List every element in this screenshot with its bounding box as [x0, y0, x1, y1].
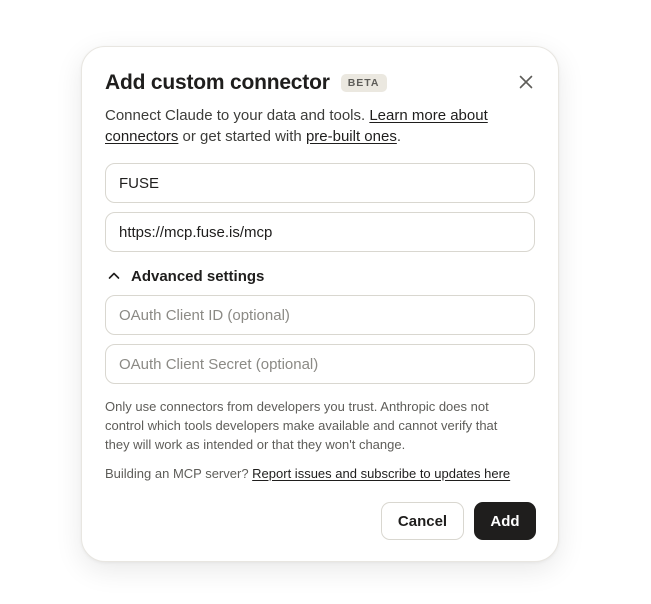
description-text-middle: or get started with — [178, 128, 306, 145]
beta-badge: BETA — [340, 74, 387, 92]
connector-url-input[interactable] — [105, 212, 535, 252]
chevron-up-icon — [108, 272, 120, 279]
mcp-server-note: Building an MCP server? Report issues an… — [105, 464, 510, 483]
prebuilt-connectors-link[interactable]: pre-built ones — [306, 128, 397, 145]
advanced-settings-toggle[interactable]: Advanced settings — [105, 265, 264, 287]
dialog-title: Add custom connector — [105, 71, 330, 94]
report-issues-link[interactable]: Report issues and subscribe to updates h… — [252, 466, 510, 481]
close-icon[interactable] — [518, 74, 534, 90]
oauth-client-secret-input[interactable] — [105, 344, 535, 384]
add-connector-dialog: Add custom connector BETA Connect Claude… — [81, 46, 559, 562]
advanced-settings-label: Advanced settings — [131, 267, 265, 285]
connector-name-input[interactable] — [105, 163, 535, 203]
description-text: Connect Claude to your data and tools. — [105, 107, 370, 124]
trust-warning-text: Only use connectors from developers you … — [105, 399, 498, 452]
oauth-client-id-input[interactable] — [105, 295, 535, 335]
description-text-end: . — [396, 128, 401, 145]
dialog-description: Connect Claude to your data and tools. L… — [105, 105, 525, 147]
dialog-header: Add custom connector BETA — [105, 69, 387, 97]
mcp-server-note-text: Building an MCP server? — [105, 466, 253, 481]
cancel-button[interactable]: Cancel — [381, 502, 464, 540]
add-button[interactable]: Add — [474, 502, 536, 540]
